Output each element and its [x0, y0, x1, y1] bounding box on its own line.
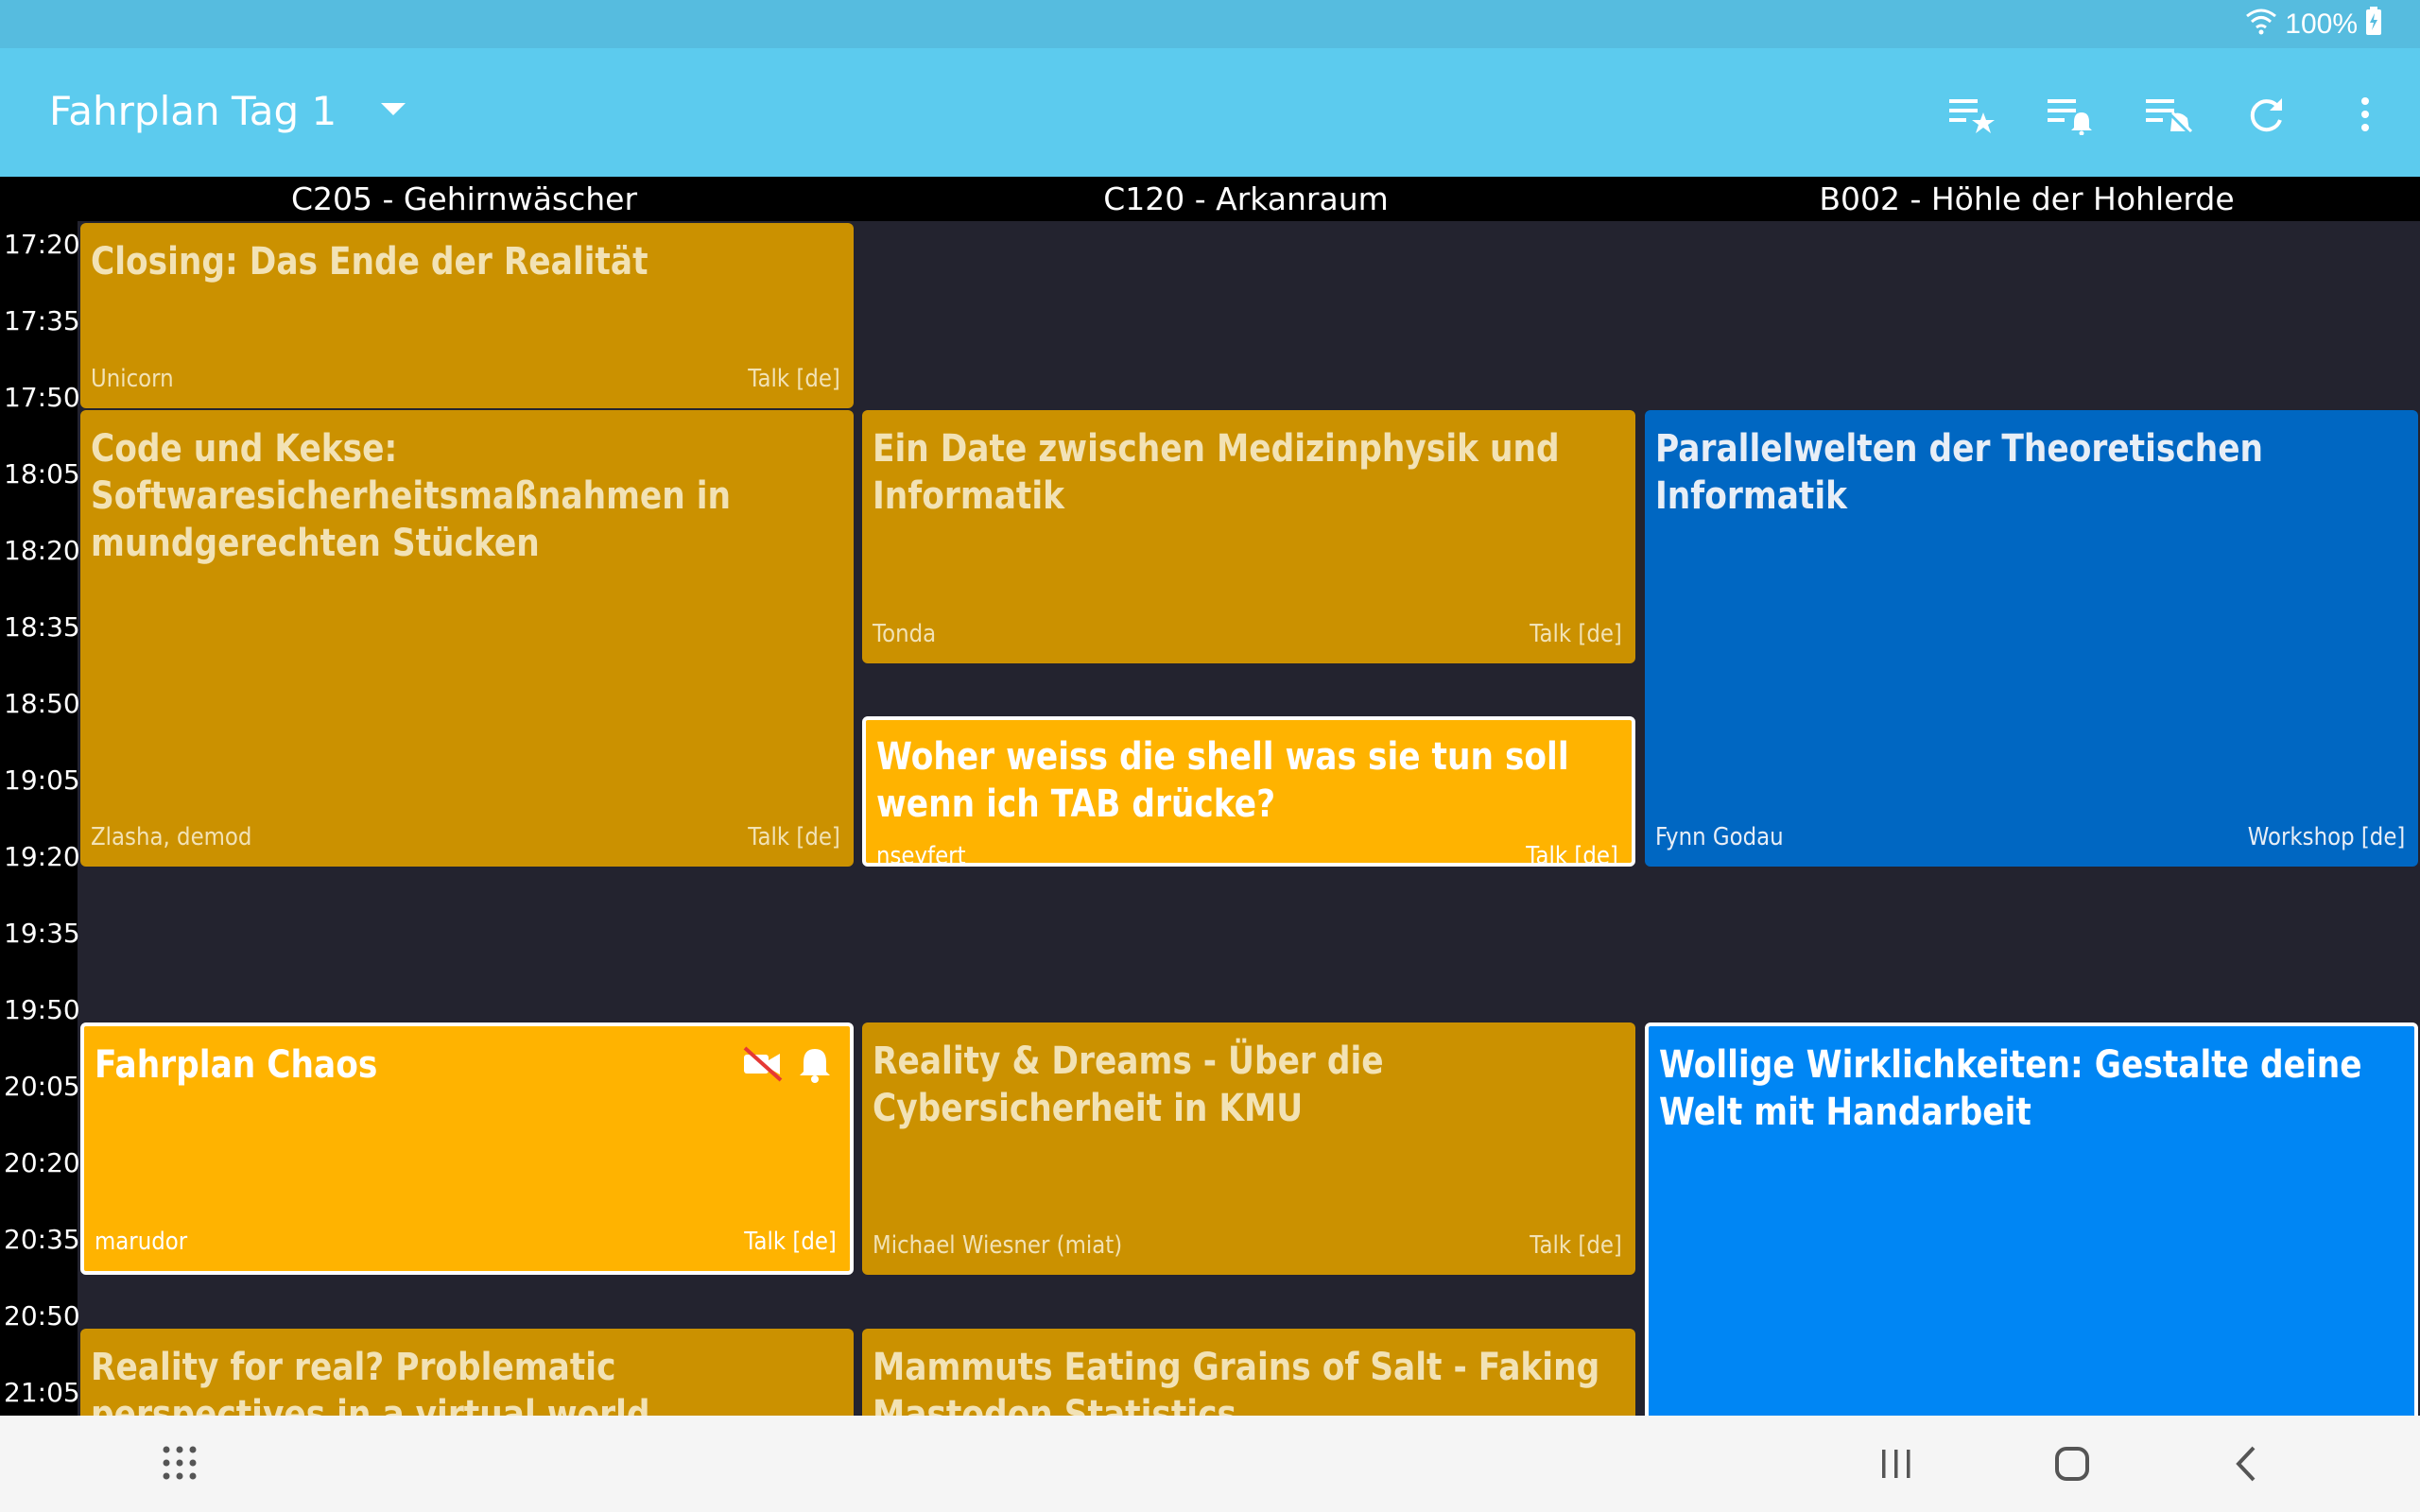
time-label: 20:20	[4, 1147, 80, 1178]
app-title: Fahrplan	[49, 88, 220, 134]
time-label: 17:50	[4, 382, 80, 413]
recent-apps-icon[interactable]	[1879, 1447, 1913, 1486]
room-header: C120 - Arkanraum	[1103, 180, 1389, 217]
event-card-highlighted[interactable]: Woher weiss die shell was sie tun soll w…	[862, 716, 1635, 867]
event-title: Woher weiss die shell was sie tun soll w…	[876, 735, 1569, 826]
event-title: Reality for real? Problematic perspectiv…	[91, 1346, 650, 1416]
home-icon[interactable]	[2053, 1445, 2091, 1487]
battery-percent: 100%	[2285, 9, 2358, 40]
no-video-icon	[742, 1045, 784, 1087]
event-speaker: Tonda	[873, 620, 937, 648]
event-type: Talk [de]	[1526, 842, 1618, 867]
event-card[interactable]: Reality & Dreams - Über die Cybersicherh…	[862, 1022, 1635, 1275]
event-title: Wollige Wirklichkeiten: Gestalte deine W…	[1659, 1043, 2362, 1134]
chevron-down-icon[interactable]	[381, 103, 406, 115]
event-card[interactable]: Reality for real? Problematic perspectiv…	[80, 1329, 854, 1416]
event-speaker: Michael Wiesner (miat)	[873, 1231, 1123, 1260]
workshop-card-highlighted[interactable]: Wollige Wirklichkeiten: Gestalte deine W…	[1645, 1022, 2418, 1419]
time-label: 20:35	[4, 1224, 80, 1255]
time-label: 18:50	[4, 688, 80, 719]
event-card[interactable]: Mammuts Eating Grains of Salt - Faking M…	[862, 1329, 1635, 1416]
event-title: Code und Kekse: Softwaresicherheitsmaßna…	[91, 427, 732, 565]
event-card[interactable]: Code und Kekse: Softwaresicherheitsmaßna…	[80, 410, 854, 867]
time-label: 18:05	[4, 458, 80, 490]
time-label: 17:35	[4, 305, 80, 336]
room-header: C205 - Gehirnwäscher	[290, 180, 638, 217]
event-title: Mammuts Eating Grains of Salt - Faking M…	[873, 1346, 1600, 1416]
day-selector[interactable]: Tag 1	[232, 88, 337, 134]
event-title: Ein Date zwischen Medizinphysik und Info…	[873, 427, 1560, 518]
event-speaker: Zlasha, demod	[91, 823, 252, 851]
event-type: Talk [de]	[748, 365, 840, 393]
event-title: Reality & Dreams - Über die Cybersicherh…	[873, 1040, 1384, 1130]
battery-icon	[2365, 7, 2382, 43]
time-label: 20:05	[4, 1071, 80, 1102]
room-header: B002 - Höhle der Hohlerde	[1819, 180, 2235, 217]
event-speaker: Fynn Godau	[1655, 823, 1784, 851]
time-label: 17:20	[4, 229, 80, 260]
event-title: Closing: Das Ende der Realität	[91, 240, 648, 284]
bell-icon	[799, 1045, 831, 1087]
workshop-card[interactable]: Parallelwelten der Theoretischen Informa…	[1645, 410, 2418, 867]
event-speaker: Unicorn	[91, 365, 174, 393]
event-speaker: nseyfert	[876, 842, 966, 867]
event-card[interactable]: Closing: Das Ende der Realität Unicorn T…	[80, 223, 854, 408]
app-bar: Fahrplan Tag 1	[0, 48, 2420, 177]
event-type: Workshop [de]	[2247, 823, 2405, 851]
clear-list-icon[interactable]	[2140, 86, 2197, 143]
refresh-icon[interactable]	[2238, 86, 2295, 143]
time-label: 18:20	[4, 535, 80, 566]
time-label: 21:05	[4, 1377, 80, 1408]
event-title: Parallelwelten der Theoretischen Informa…	[1655, 427, 2264, 518]
event-type: Talk [de]	[748, 823, 840, 851]
time-label: 20:50	[4, 1300, 80, 1332]
event-title: Fahrplan Chaos	[95, 1043, 378, 1087]
event-speaker: marudor	[95, 1228, 188, 1256]
wifi-icon	[2245, 7, 2277, 43]
back-icon[interactable]	[2229, 1445, 2263, 1487]
event-card-highlighted[interactable]: Fahrplan Chaos marudor Talk [de]	[80, 1022, 854, 1275]
event-card[interactable]: Ein Date zwischen Medizinphysik und Info…	[862, 410, 1635, 663]
event-type: Talk [de]	[744, 1228, 837, 1256]
time-label: 19:05	[4, 765, 80, 796]
more-icon[interactable]	[2337, 86, 2394, 143]
alarm-list-icon[interactable]	[2042, 86, 2099, 143]
time-label: 18:35	[4, 611, 80, 643]
time-label: 19:35	[4, 918, 80, 949]
time-label: 19:50	[4, 994, 80, 1025]
room-headers: C205 - Gehirnwäscher C120 - Arkanraum B0…	[0, 177, 2420, 221]
time-column: 17:20 17:35 17:50 18:05 18:20 18:35 18:5…	[0, 221, 80, 1416]
system-nav-bar	[0, 1416, 2420, 1512]
status-bar: 100%	[0, 0, 2420, 48]
event-type: Talk [de]	[1530, 620, 1622, 648]
starred-list-icon[interactable]	[1944, 86, 2000, 143]
app-drawer-icon[interactable]	[161, 1444, 199, 1486]
time-label: 19:20	[4, 841, 80, 872]
event-type: Talk [de]	[1530, 1231, 1622, 1260]
